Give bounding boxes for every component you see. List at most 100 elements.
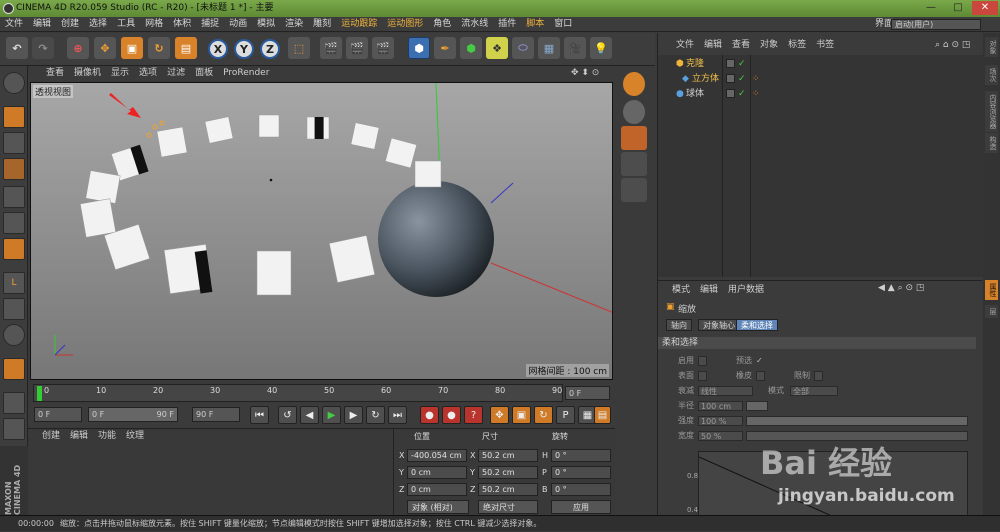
size-y-field[interactable]: 50.2 cm <box>478 466 538 479</box>
strength-slider[interactable] <box>746 416 968 426</box>
play-icon[interactable]: ▶ <box>322 406 341 424</box>
visibility-toggle[interactable] <box>726 59 735 68</box>
keyframe-selection-icon[interactable]: ? <box>464 406 483 424</box>
axis-mode-icon[interactable]: L <box>3 272 25 294</box>
mm-menu-create[interactable]: 创建 <box>28 429 65 443</box>
mm-menu-function[interactable]: 功能 <box>93 429 121 443</box>
end-frame-field[interactable]: 90 F <box>192 407 240 422</box>
menu-edit[interactable]: 编辑 <box>28 17 56 32</box>
falloff-select[interactable]: 线性 <box>698 386 753 396</box>
next-frame-icon[interactable]: ▶ <box>344 406 363 424</box>
mm-menu-texture[interactable]: 纹理 <box>121 429 149 443</box>
start-frame-field[interactable]: 0 F <box>34 407 82 422</box>
rubber-checkbox[interactable] <box>756 371 765 381</box>
menu-tools[interactable]: 工具 <box>112 17 140 32</box>
texture-mode-icon[interactable] <box>3 132 25 154</box>
timeline-playhead[interactable] <box>37 386 42 401</box>
lod-icon[interactable] <box>621 178 647 202</box>
menu-create[interactable]: 创建 <box>56 17 84 32</box>
am-menu-mode[interactable]: 模式 <box>658 283 695 297</box>
goto-start-icon[interactable]: ⏮ <box>250 406 269 424</box>
polygons-mode-icon[interactable] <box>3 238 25 260</box>
maximize-button[interactable]: □ <box>945 1 971 15</box>
tweak-mode-icon[interactable] <box>3 298 25 320</box>
menu-character[interactable]: 角色 <box>428 17 456 32</box>
menu-animate[interactable]: 动画 <box>224 17 252 32</box>
live-select-icon[interactable]: ⊕ <box>67 37 89 59</box>
pen-spline-icon[interactable]: ✒ <box>434 37 456 59</box>
om-search-icon[interactable]: ⌕ ⌂ ⊙ ◳ <box>930 38 975 53</box>
coordinate-mode-select[interactable]: 对象 (相对) <box>407 500 469 514</box>
position-x-field[interactable]: -400.054 cm <box>407 449 467 462</box>
next-key-icon[interactable]: ↻ <box>366 406 385 424</box>
size-mode-select[interactable]: 绝对尺寸 <box>478 500 538 514</box>
light-icon[interactable]: 💡 <box>590 37 612 59</box>
viewport-solo-icon[interactable] <box>621 126 647 150</box>
last-tool-icon[interactable]: ▤ <box>175 37 197 59</box>
tag-icon[interactable]: ⁘ <box>752 72 760 86</box>
model-mode-icon[interactable] <box>3 106 25 128</box>
menu-simulate[interactable]: 模拟 <box>252 17 280 32</box>
key-scale-icon[interactable]: ▣ <box>512 406 531 424</box>
om-menu-file[interactable]: 文件 <box>658 38 699 53</box>
key-position-icon[interactable]: ✥ <box>490 406 509 424</box>
lock-workplane-icon[interactable] <box>3 392 25 414</box>
auto-key-icon[interactable]: ● <box>442 406 461 424</box>
deformer-icon[interactable]: ⬭ <box>512 37 534 59</box>
enabled-check-icon[interactable]: ✓ <box>738 57 746 71</box>
mm-menu-edit[interactable]: 编辑 <box>65 429 93 443</box>
viewport-menu-prorender[interactable]: ProRender <box>218 66 274 80</box>
rotation-b-field[interactable]: 0 ° <box>551 483 611 496</box>
redo-icon[interactable]: ↷ <box>32 37 54 59</box>
om-menu-edit[interactable]: 编辑 <box>699 38 727 53</box>
magnet-icon[interactable] <box>3 358 25 380</box>
side-tab-layers[interactable]: 层 <box>985 305 998 318</box>
render-view-icon[interactable]: 🎬 <box>320 37 342 59</box>
tag-icon[interactable]: ⁘ <box>752 87 760 101</box>
solo-icon[interactable] <box>623 72 645 96</box>
goto-end-icon[interactable]: ⏭ <box>388 406 407 424</box>
size-x-field[interactable]: 50.2 cm <box>478 449 538 462</box>
solo-hierarchy-icon[interactable] <box>623 100 645 124</box>
perspective-viewport[interactable]: 透视视图 网格间距 : 100 cm <box>30 82 613 380</box>
enable-checkbox[interactable] <box>698 356 707 366</box>
close-button[interactable]: ✕ <box>972 1 998 15</box>
strength-field[interactable]: 100 % <box>698 416 743 426</box>
viewport-menu-filter[interactable]: 过滤 <box>162 66 190 80</box>
om-menu-objects[interactable]: 对象 <box>755 38 783 53</box>
menu-snap[interactable]: 捕捉 <box>196 17 224 32</box>
camera-icon[interactable]: 🎥 <box>564 37 586 59</box>
surface-checkbox[interactable] <box>698 371 707 381</box>
key-parameter-icon[interactable]: P <box>556 406 575 424</box>
cube-primitive-icon[interactable]: ⬢ <box>408 37 430 59</box>
radius-field[interactable]: 100 cm <box>698 401 743 411</box>
workplane-mode-icon[interactable] <box>3 158 25 180</box>
edges-mode-icon[interactable] <box>3 212 25 234</box>
render-region-icon[interactable] <box>621 152 647 176</box>
am-menu-edit[interactable]: 编辑 <box>695 283 723 297</box>
rotation-h-field[interactable]: 0 ° <box>551 449 611 462</box>
menu-volume[interactable]: 体积 <box>168 17 196 32</box>
enabled-check-icon[interactable]: ✓ <box>738 87 746 101</box>
tab-axis[interactable]: 轴向 <box>666 319 692 331</box>
snap-icon[interactable] <box>3 324 25 346</box>
object-row-cloner[interactable]: ⬢ 克隆 ✓ <box>658 57 983 71</box>
side-tab-takes[interactable]: 场次 <box>985 65 998 85</box>
scale-icon[interactable]: ▣ <box>121 37 143 59</box>
limit-checkbox[interactable] <box>814 371 823 381</box>
side-tab-content-browser[interactable]: 内容浏览器 <box>985 91 998 132</box>
menu-select[interactable]: 选择 <box>84 17 112 32</box>
key-rotation-icon[interactable]: ↻ <box>534 406 553 424</box>
menu-mesh[interactable]: 网格 <box>140 17 168 32</box>
side-tab-attributes[interactable]: 属性 <box>985 280 998 300</box>
record-key-icon[interactable]: ● <box>420 406 439 424</box>
menu-render[interactable]: 渲染 <box>280 17 308 32</box>
am-menu-userdata[interactable]: 用户数据 <box>723 283 769 297</box>
viewport-menu-panel[interactable]: 面板 <box>190 66 218 80</box>
z-axis-lock-icon[interactable]: Z <box>260 39 280 59</box>
viewport-menu-view[interactable]: 查看 <box>28 66 69 80</box>
menu-plugins[interactable]: 插件 <box>493 17 521 32</box>
undo-icon[interactable]: ↶ <box>6 37 28 59</box>
prev-frame-icon[interactable]: ◀ <box>300 406 319 424</box>
planar-workplane-icon[interactable] <box>3 418 25 440</box>
